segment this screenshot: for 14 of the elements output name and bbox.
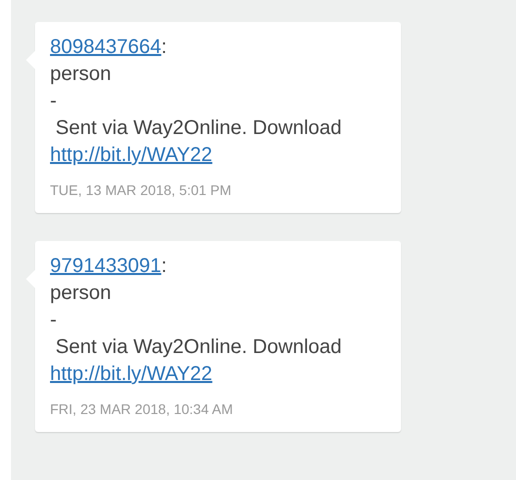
colon-text: :	[161, 255, 167, 277]
message-text-line: person	[50, 62, 112, 87]
message-text-line: Sent via Way2Online. Download	[54, 116, 343, 141]
url-link[interactable]: http://bit.ly/WAY22	[50, 363, 212, 385]
timestamp: TUE, 13 MAR 2018, 5:01 PM	[50, 181, 232, 199]
timestamp: FRI, 23 MAR 2018, 10:34 AM	[50, 400, 234, 418]
sender-link[interactable]: 9791433091	[50, 255, 162, 277]
message-text-line: Sent via Way2Online. Download	[54, 335, 343, 360]
sender-link[interactable]: 8098437664	[50, 36, 162, 58]
message-text-line: -	[50, 89, 58, 114]
url-link[interactable]: http://bit.ly/WAY22	[50, 144, 212, 166]
message-text-line: -	[50, 308, 58, 333]
message-text-line: person	[50, 281, 112, 306]
colon-text: :	[161, 36, 167, 58]
